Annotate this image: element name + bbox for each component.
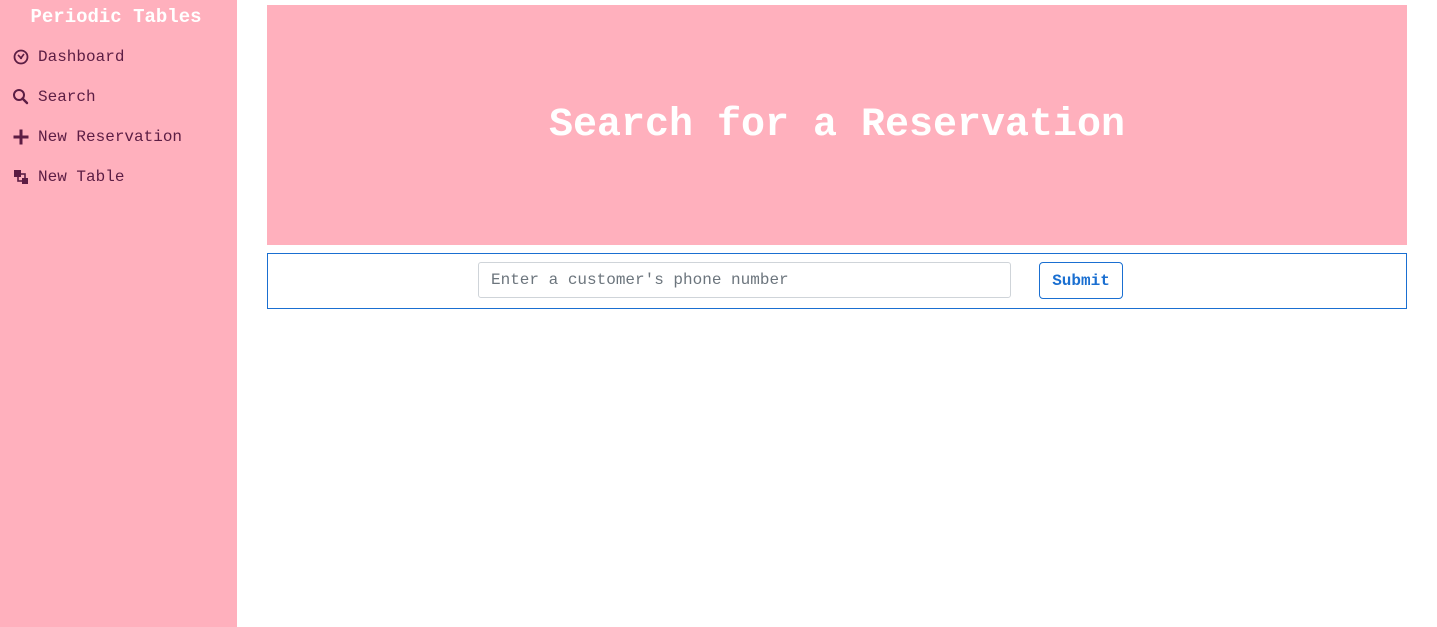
sidebar: Periodic Tables Dashboard Search New Res… bbox=[0, 0, 237, 627]
app-root: Periodic Tables Dashboard Search New Res… bbox=[0, 0, 1437, 627]
plus-icon bbox=[12, 128, 30, 146]
search-icon bbox=[12, 88, 30, 106]
search-form: Submit bbox=[267, 253, 1407, 309]
sidebar-item-label: Dashboard bbox=[38, 48, 125, 66]
dashboard-icon bbox=[12, 48, 30, 66]
sidebar-item-label: New Reservation bbox=[38, 128, 183, 146]
page-title: Search for a Reservation bbox=[548, 102, 1126, 148]
phone-search-input[interactable] bbox=[478, 262, 1011, 298]
submit-button[interactable]: Submit bbox=[1039, 262, 1123, 299]
sidebar-item-search[interactable]: Search bbox=[12, 86, 96, 108]
sidebar-item-label: New Table bbox=[38, 168, 125, 186]
page-header: Search for a Reservation bbox=[267, 5, 1407, 245]
sidebar-item-new-reservation[interactable]: New Reservation bbox=[12, 126, 182, 148]
layers-icon bbox=[12, 168, 30, 186]
sidebar-item-label: Search bbox=[38, 88, 96, 106]
sidebar-item-new-table[interactable]: New Table bbox=[12, 166, 124, 188]
sidebar-item-dashboard[interactable]: Dashboard bbox=[12, 46, 124, 68]
brand-title[interactable]: Periodic Tables bbox=[0, 6, 232, 28]
